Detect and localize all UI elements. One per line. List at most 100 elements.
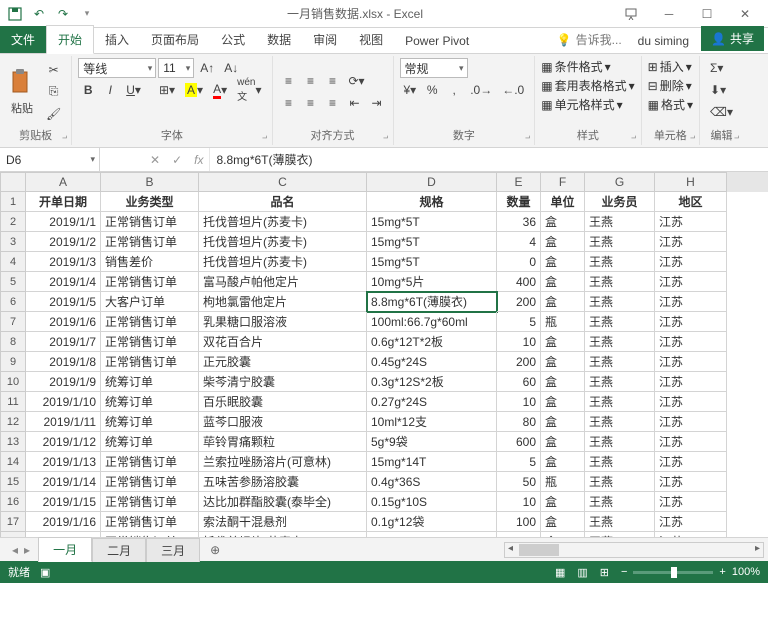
cell[interactable]: 江苏 bbox=[655, 232, 727, 252]
cell[interactable]: 正常销售订单 bbox=[101, 512, 199, 532]
cell[interactable]: 100 bbox=[497, 512, 541, 532]
cell[interactable]: 江苏 bbox=[655, 452, 727, 472]
row-header[interactable]: 18 bbox=[0, 532, 26, 537]
font-name-combo[interactable]: 等线 bbox=[78, 58, 156, 78]
cell[interactable]: 王燕 bbox=[585, 272, 655, 292]
increase-font-icon[interactable]: A↑ bbox=[196, 58, 218, 78]
cell[interactable]: 2019/1/1 bbox=[26, 212, 101, 232]
cell[interactable]: 2019/1/14 bbox=[26, 472, 101, 492]
indent-inc-icon[interactable]: ⇥ bbox=[367, 93, 387, 113]
row-header[interactable]: 11 bbox=[0, 392, 26, 412]
cell[interactable]: 王燕 bbox=[585, 432, 655, 452]
table-header[interactable]: 开单日期 bbox=[26, 192, 101, 212]
cell[interactable]: 2019/1/6 bbox=[26, 312, 101, 332]
align-left-icon[interactable]: ≡ bbox=[279, 93, 299, 113]
col-header[interactable]: E bbox=[497, 172, 541, 192]
sheet-tab-1[interactable]: 一月 bbox=[38, 537, 92, 562]
cell[interactable]: 50 bbox=[497, 472, 541, 492]
format-cells-button[interactable]: ▦格式▾ bbox=[648, 96, 693, 113]
cell[interactable]: 索法酮干混悬剂 bbox=[199, 512, 367, 532]
cell[interactable]: 正常销售订单 bbox=[101, 472, 199, 492]
col-header[interactable]: H bbox=[655, 172, 727, 192]
row-header[interactable]: 10 bbox=[0, 372, 26, 392]
cell[interactable]: 托伐普坦片(苏麦卡) bbox=[199, 212, 367, 232]
scroll-thumb[interactable] bbox=[519, 544, 559, 556]
cell[interactable]: 江苏 bbox=[655, 352, 727, 372]
qat-customize-icon[interactable]: ▾ bbox=[76, 3, 98, 25]
cell[interactable]: 统筹订单 bbox=[101, 412, 199, 432]
cell[interactable]: 托伐普坦片(苏麦卡) bbox=[199, 252, 367, 272]
cell[interactable]: 统筹订单 bbox=[101, 432, 199, 452]
cell[interactable]: 江苏 bbox=[655, 432, 727, 452]
italic-button[interactable]: I bbox=[100, 80, 120, 100]
cell[interactable]: 托伐普坦片(苏麦卡) bbox=[199, 232, 367, 252]
view-break-icon[interactable]: ⊞ bbox=[600, 566, 609, 579]
tab-view[interactable]: 视图 bbox=[348, 26, 394, 53]
row-header[interactable]: 9 bbox=[0, 352, 26, 372]
cell[interactable]: 5 bbox=[497, 312, 541, 332]
share-button[interactable]: 👤共享 bbox=[701, 26, 764, 51]
cell[interactable]: 100ml:66.7g*60ml bbox=[367, 312, 497, 332]
cell[interactable]: 双花百合片 bbox=[199, 332, 367, 352]
table-header[interactable]: 单位 bbox=[541, 192, 585, 212]
cell[interactable]: 2019/1/2 bbox=[26, 232, 101, 252]
comma-icon[interactable]: , bbox=[444, 80, 464, 100]
cell[interactable]: 江苏 bbox=[655, 292, 727, 312]
cell[interactable]: 正常销售订单 bbox=[101, 492, 199, 512]
cell[interactable]: 王燕 bbox=[585, 512, 655, 532]
cell[interactable]: 10 bbox=[497, 392, 541, 412]
cell[interactable]: 2019/1/5 bbox=[26, 292, 101, 312]
decrease-font-icon[interactable]: A↓ bbox=[220, 58, 242, 78]
copy-icon[interactable]: ⎘ bbox=[42, 82, 65, 102]
macro-record-icon[interactable]: ▣ bbox=[40, 566, 50, 579]
cell[interactable]: 400 bbox=[497, 272, 541, 292]
tab-home[interactable]: 开始 bbox=[46, 25, 94, 54]
row-header[interactable]: 16 bbox=[0, 492, 26, 512]
cell[interactable]: 盒 bbox=[541, 292, 585, 312]
cell[interactable]: 5 bbox=[497, 452, 541, 472]
select-all-corner[interactable] bbox=[0, 172, 26, 192]
cell[interactable]: 60 bbox=[497, 372, 541, 392]
table-format-button[interactable]: ▦套用表格格式▾ bbox=[541, 77, 634, 94]
font-color-icon[interactable]: A▾ bbox=[209, 80, 231, 100]
enter-formula-icon[interactable]: ✓ bbox=[172, 153, 182, 167]
cell[interactable]: 0.1g*12袋 bbox=[367, 512, 497, 532]
cell[interactable]: 五味苦参肠溶胶囊 bbox=[199, 472, 367, 492]
cell[interactable]: 2019/1/10 bbox=[26, 392, 101, 412]
cell[interactable]: 4 bbox=[497, 532, 541, 537]
cell[interactable]: 0.6g*12T*2板 bbox=[367, 332, 497, 352]
cell[interactable]: 正常销售订单 bbox=[101, 312, 199, 332]
cell[interactable]: 王燕 bbox=[585, 252, 655, 272]
tab-data[interactable]: 数据 bbox=[256, 26, 302, 53]
cell[interactable]: 36 bbox=[497, 212, 541, 232]
cell[interactable]: 达比加群酯胶囊(泰毕全) bbox=[199, 492, 367, 512]
row-header[interactable]: 3 bbox=[0, 232, 26, 252]
cell[interactable]: 10ml*12支 bbox=[367, 412, 497, 432]
sheet-next-icon[interactable]: ▸ bbox=[24, 543, 30, 557]
cell[interactable]: 200 bbox=[497, 352, 541, 372]
row-header[interactable]: 4 bbox=[0, 252, 26, 272]
cell[interactable]: 2019/1/16 bbox=[26, 512, 101, 532]
cond-format-button[interactable]: ▦条件格式▾ bbox=[541, 58, 610, 75]
fx-icon[interactable]: fx bbox=[194, 153, 203, 167]
cell[interactable]: 盒 bbox=[541, 512, 585, 532]
cell[interactable]: 600 bbox=[497, 432, 541, 452]
zoom-out-icon[interactable]: − bbox=[621, 566, 627, 578]
ribbon-options-icon[interactable] bbox=[612, 1, 650, 27]
cell[interactable]: 王燕 bbox=[585, 292, 655, 312]
cell[interactable]: 王燕 bbox=[585, 372, 655, 392]
autosum-icon[interactable]: Σ▾ bbox=[706, 58, 727, 78]
cell[interactable]: 盒 bbox=[541, 232, 585, 252]
align-mid-icon[interactable]: ≡ bbox=[301, 71, 321, 91]
row-header[interactable]: 17 bbox=[0, 512, 26, 532]
cell[interactable]: 江苏 bbox=[655, 512, 727, 532]
cell[interactable]: 盒 bbox=[541, 352, 585, 372]
tab-layout[interactable]: 页面布局 bbox=[140, 26, 210, 53]
row-header[interactable]: 14 bbox=[0, 452, 26, 472]
maximize-icon[interactable]: ☐ bbox=[688, 1, 726, 27]
cell[interactable]: 盒 bbox=[541, 252, 585, 272]
delete-cells-button[interactable]: ⊟删除▾ bbox=[648, 77, 692, 94]
view-layout-icon[interactable]: ▥ bbox=[577, 566, 587, 579]
cell[interactable]: 正常销售订单 bbox=[101, 532, 199, 537]
cell[interactable]: 正元胶囊 bbox=[199, 352, 367, 372]
